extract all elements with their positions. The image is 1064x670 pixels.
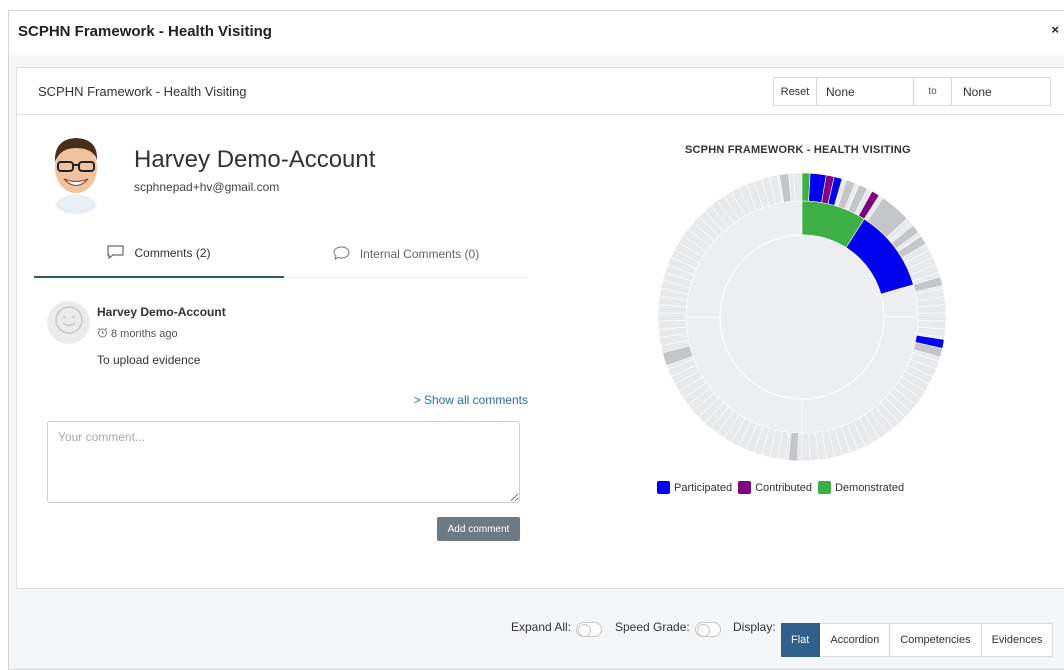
date-to-label: to <box>914 78 952 105</box>
show-all-comments-link[interactable]: > Show all comments <box>414 393 528 407</box>
panel-title: SCPHN Framework - Health Visiting <box>38 84 247 99</box>
legend-item-participated[interactable]: Participated <box>657 481 732 494</box>
user-avatar <box>46 130 106 214</box>
add-comment-button[interactable]: Add comment <box>437 517 520 541</box>
speed-grade-label: Speed Grade: <box>615 620 690 634</box>
outer-ring-segment[interactable] <box>801 432 811 462</box>
outer-ring-segment[interactable] <box>793 172 803 202</box>
tab-comments-label: Comments (2) <box>134 246 211 260</box>
legend-item-demonstrated[interactable]: Demonstrated <box>817 481 905 494</box>
outer-ring-segment[interactable] <box>657 312 687 322</box>
chart-title: SCPHN FRAMEWORK - HEALTH VISITING <box>685 144 911 156</box>
comment-text: To upload evidence <box>97 353 201 367</box>
legend-label-participated: Participated <box>674 481 733 494</box>
display-accordion-button[interactable]: Accordion <box>820 623 891 657</box>
tab-internal-comments-label: Internal Comments (0) <box>359 247 480 261</box>
smiley-icon <box>54 305 84 340</box>
comment-author: Harvey Demo-Account <box>97 305 226 319</box>
user-name: Harvey Demo-Account <box>134 146 376 173</box>
display-evidences-button[interactable]: Evidences <box>981 623 1054 657</box>
modal-title: SCPHN Framework - Health Visiting <box>18 23 272 40</box>
speed-grade-toggle[interactable] <box>695 622 721 637</box>
display-label: Display: <box>733 620 776 634</box>
outer-ring-segment[interactable] <box>917 312 947 322</box>
comment-time: 8 months ago <box>97 327 178 341</box>
legend-label-contributed: Contributed <box>755 481 812 494</box>
display-flat-button[interactable]: Flat <box>781 623 821 657</box>
display-competencies-button[interactable]: Competencies <box>890 623 982 657</box>
alarm-clock-icon <box>97 327 111 341</box>
date-until-field[interactable]: None <box>952 78 1050 105</box>
comment-icon <box>107 245 134 262</box>
comment-tabs: Comments (2) Internal Comments (0) <box>34 230 528 278</box>
date-from-field[interactable]: None <box>817 78 914 105</box>
display-mode-group: Flat Accordion Competencies Evidences <box>781 623 1054 657</box>
chart-legend: Participated Contributed Demonstrated <box>657 481 910 494</box>
panel-header: SCPHN Framework - Health Visiting Reset … <box>17 68 1064 115</box>
sunburst-chart <box>657 172 947 462</box>
expand-all-toggle[interactable] <box>576 622 602 637</box>
legend-swatch-demonstrated <box>817 481 831 494</box>
reset-button[interactable]: Reset <box>774 78 817 105</box>
close-icon[interactable]: × <box>1051 22 1059 37</box>
comment-input[interactable] <box>47 421 520 503</box>
legend-swatch-contributed <box>738 481 752 494</box>
expand-all-label: Expand All: <box>511 620 572 634</box>
legend-item-contributed[interactable]: Contributed <box>738 481 812 494</box>
modal-header: SCPHN Framework - Health Visiting <box>9 11 1064 55</box>
comment-time-label: 8 months ago <box>111 328 178 340</box>
date-range-filter: Reset None to None <box>773 77 1051 106</box>
user-email: scphnepad+hv@gmail.com <box>134 180 280 194</box>
comment-outline-icon <box>333 245 360 263</box>
sunburst-core <box>719 234 885 400</box>
tab-internal-comments[interactable]: Internal Comments (0) <box>284 230 528 278</box>
tab-comments[interactable]: Comments (2) <box>34 230 284 278</box>
legend-label-demonstrated: Demonstrated <box>834 481 905 494</box>
framework-panel: SCPHN Framework - Health Visiting Reset … <box>16 67 1064 589</box>
commenter-avatar <box>47 301 90 344</box>
legend-swatch-participated <box>657 481 670 494</box>
